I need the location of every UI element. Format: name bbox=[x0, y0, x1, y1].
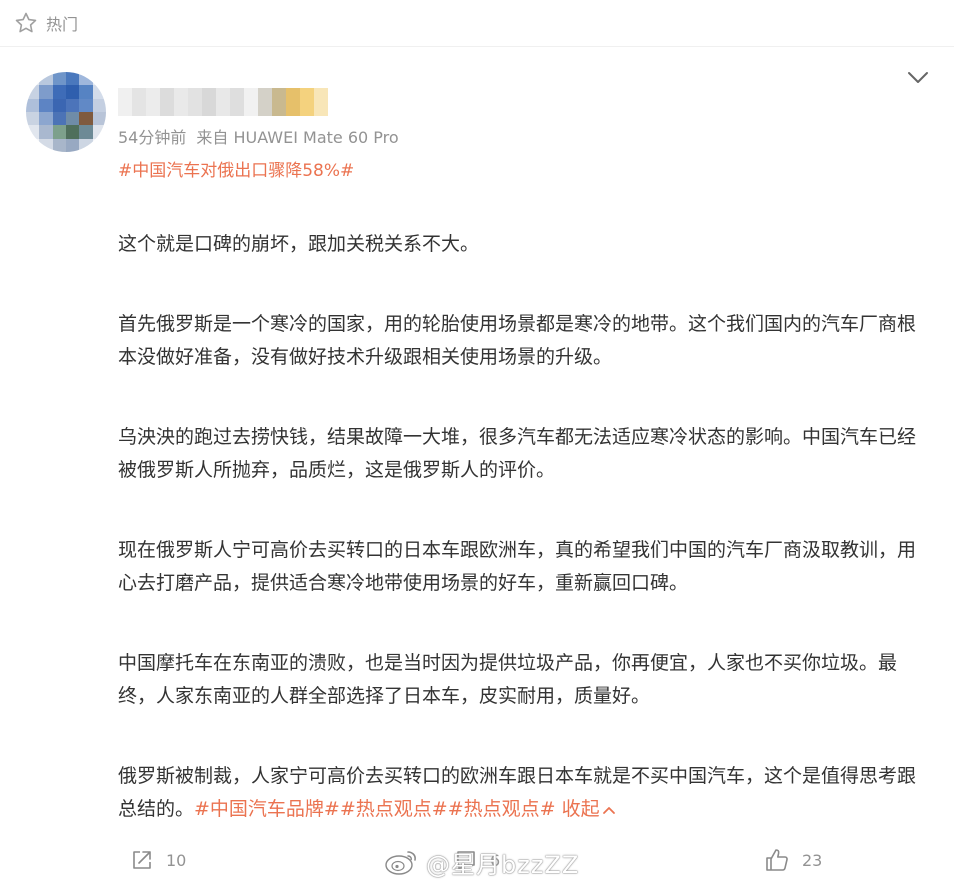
post-paragraph: 现在俄罗斯人宁可高价去买转口的日本车跟欧洲车，真的希望我们中国的汽车厂商汲取教训… bbox=[118, 539, 917, 594]
avatar[interactable] bbox=[26, 72, 106, 152]
post-time[interactable]: 54分钟前 bbox=[118, 124, 186, 148]
chevron-down-icon[interactable] bbox=[906, 70, 930, 86]
post-paragraph: 中国摩托车在东南亚的溃败，也是当时因为提供垃圾产品，你再便宜，人家也不买你垃圾。… bbox=[118, 652, 898, 707]
repost-button[interactable]: 10 bbox=[130, 844, 186, 876]
post-source: 来自 HUAWEI Mate 60 Pro bbox=[196, 128, 399, 147]
post-paragraph: 乌泱泱的跑过去捞快钱，结果故障一大堆，很多汽车都无法适应寒冷状态的影响。中国汽车… bbox=[118, 426, 917, 481]
repost-count: 10 bbox=[166, 850, 187, 870]
section-label: 热门 bbox=[46, 15, 79, 34]
like-count: 23 bbox=[802, 850, 823, 870]
post-paragraph: 首先俄罗斯是一个寒冷的国家，用的轮胎使用场景都是寒冷的地带。这个我们国内的汽车厂… bbox=[118, 313, 917, 368]
username-blurred[interactable] bbox=[118, 88, 328, 118]
hashtag-link[interactable]: #中国汽车品牌# bbox=[194, 798, 340, 820]
hashtag-link[interactable]: #热点观点# bbox=[340, 798, 448, 820]
star-icon bbox=[15, 12, 37, 33]
post-paragraph-last: 俄罗斯被制裁，人家宁可高价去买转口的欧洲车跟日本车就是不买中国汽车，这个是值得思… bbox=[118, 760, 928, 826]
hot-section-header: 热门 bbox=[14, 10, 78, 36]
post-paragraph: 这个就是口碑的崩坏，跟加关税关系不大。 bbox=[118, 233, 480, 255]
like-button[interactable]: 23 bbox=[764, 844, 822, 876]
divider bbox=[0, 46, 954, 47]
hashtag-link[interactable]: #热点观点# bbox=[448, 798, 556, 820]
watermark-text: @星月bzzZZ bbox=[426, 850, 580, 879]
watermark: @星月bzzZZ bbox=[384, 846, 580, 879]
post-meta: 54分钟前 来自 HUAWEI Mate 60 Pro bbox=[118, 124, 399, 148]
chevron-up-icon bbox=[602, 806, 615, 814]
like-icon bbox=[766, 849, 788, 871]
share-icon bbox=[133, 851, 151, 869]
post-body: 这个就是口碑的崩坏，跟加关税关系不大。 首先俄罗斯是一个寒冷的国家，用的轮胎使用… bbox=[118, 228, 928, 826]
collapse-label: 收起 bbox=[561, 798, 600, 820]
weibo-logo-icon bbox=[385, 851, 416, 875]
collapse-button[interactable]: 收起 bbox=[562, 798, 616, 820]
topic-link[interactable]: #中国汽车对俄出口骤降58%# bbox=[118, 156, 354, 181]
